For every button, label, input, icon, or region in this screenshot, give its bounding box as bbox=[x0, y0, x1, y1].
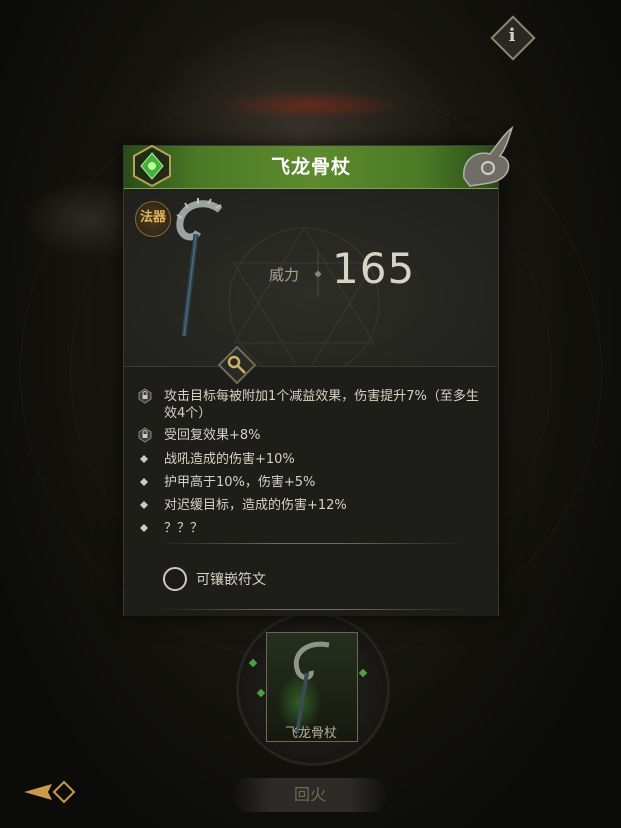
lock-icon bbox=[138, 388, 152, 404]
divider bbox=[156, 609, 466, 610]
socket-label: 可镶嵌符文 bbox=[196, 572, 266, 588]
slot-item-name: 飞龙骨杖 bbox=[284, 726, 337, 741]
popup-header: 飞龙骨杖 bbox=[124, 126, 514, 189]
power-label: 威力 bbox=[269, 266, 300, 284]
attribute-text: ？？？ bbox=[164, 521, 204, 536]
back-arrow-icon bbox=[24, 780, 76, 804]
background-character-arm bbox=[20, 180, 140, 260]
fire-button[interactable]: 回火 bbox=[232, 778, 388, 812]
attribute-text: 护甲高于10%，伤害+5% bbox=[164, 475, 316, 490]
bone-staff-icon bbox=[176, 198, 223, 337]
category-badge: 法器 bbox=[135, 201, 171, 237]
divider bbox=[156, 543, 466, 544]
lock-icon bbox=[138, 427, 152, 443]
rarity-gem-icon bbox=[133, 144, 171, 188]
diamond-bullet-icon bbox=[140, 455, 148, 463]
diamond-bullet-icon bbox=[140, 478, 148, 486]
attribute-text: 战吼造成的伤害+10% bbox=[164, 452, 295, 467]
dragon-emblem-icon bbox=[463, 126, 514, 187]
diamond-bullet-icon bbox=[140, 524, 148, 532]
diamond-bullet-icon bbox=[140, 501, 148, 509]
attribute-text: 对迟缓目标，造成的伤害+12% bbox=[164, 498, 347, 513]
item-detail-popup: 法器 威力 165 飞龙骨杖 攻击目标每被附加1个减益效果，伤害提升7%（至多生… bbox=[123, 126, 514, 616]
background-character-collar bbox=[215, 90, 405, 120]
back-button[interactable] bbox=[18, 774, 78, 810]
attribute-text: 受回复效果+8% bbox=[164, 428, 261, 443]
key-icon-frame[interactable] bbox=[218, 346, 256, 384]
info-button[interactable]: i bbox=[490, 15, 536, 61]
item-title: 飞龙骨杖 bbox=[270, 156, 351, 178]
rune-socket[interactable] bbox=[163, 567, 187, 591]
attribute-text: 攻击目标每被附加1个减益效果，伤害提升7%（至多生效4个） bbox=[164, 389, 479, 421]
item-preview-area: 法器 威力 165 bbox=[124, 188, 498, 379]
power-value: 165 bbox=[332, 244, 416, 293]
power-separator-icon bbox=[314, 252, 322, 296]
info-icon: i bbox=[508, 25, 516, 46]
